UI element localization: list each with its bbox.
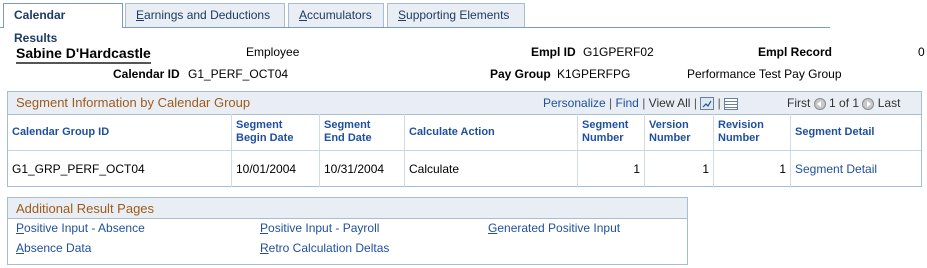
last-label: Last — [877, 96, 901, 110]
empl-record-value: 0 — [918, 45, 925, 59]
additional-result-pages-box: Additional Result Pages Positive Input -… — [7, 197, 688, 265]
employee-name: Sabine D'Hardcastle — [16, 45, 151, 64]
cell-calculate-action: Calculate — [405, 151, 578, 187]
tab-label: upporting Elements — [406, 8, 510, 22]
column-header-calculate-action[interactable]: Calculate Action — [405, 114, 578, 150]
additional-result-pages-title: Additional Result Pages — [16, 201, 155, 216]
column-header-version-number[interactable]: Version Number — [645, 114, 714, 150]
column-header-segment-begin-date[interactable]: Segment Begin Date — [232, 114, 320, 150]
grid-toolbar: Personalize | Find | View All | | — [543, 96, 739, 111]
retro-calculation-deltas-link[interactable]: Retro Calculation Deltas — [260, 241, 389, 255]
employee-label: Employee — [246, 45, 300, 59]
tab-label: arnings and Deductions — [144, 8, 271, 22]
tab-calendar-results[interactable]: Calendar Results — [3, 3, 123, 45]
tab-accumulators[interactable]: Accumulators — [288, 3, 384, 27]
column-header-calendar-group-id[interactable]: Calendar Group ID — [8, 114, 232, 150]
pay-group-description: Performance Test Pay Group — [687, 67, 842, 81]
calendar-id-label: Calendar ID — [113, 67, 180, 81]
pay-group-label: Pay Group — [490, 67, 551, 81]
cell-segment-detail: Segment Detail — [791, 151, 921, 187]
cell-calendar-group-id: G1_GRP_PERF_OCT04 — [8, 151, 232, 187]
previous-row-icon[interactable] — [813, 97, 826, 110]
column-header-segment-number[interactable]: Segment Number — [578, 114, 645, 150]
absence-data-link[interactable]: Absence Data — [16, 241, 91, 255]
column-header-segment-detail: Segment Detail — [795, 125, 875, 138]
column-header-segment-end-date[interactable]: Segment End Date — [320, 114, 405, 150]
tab-label: Calendar Results — [14, 8, 66, 45]
positive-input-absence-link[interactable]: Positive Input - Absence — [16, 221, 145, 235]
empl-id-label: Empl ID — [531, 45, 576, 59]
pay-group-value: K1GPERFPG — [557, 67, 631, 81]
generated-positive-input-link[interactable]: Generated Positive Input — [488, 221, 620, 235]
empl-id-value: G1GPERF02 — [583, 45, 654, 59]
grid-title: Segment Information by Calendar Group — [16, 95, 251, 110]
segment-information-grid: Segment Information by Calendar Group Pe… — [7, 91, 922, 187]
cell-revision-number: 1 — [714, 151, 791, 187]
cell-version-number: 1 — [645, 151, 714, 187]
next-row-icon[interactable] — [862, 97, 875, 110]
grid-pagination: First 1 of 1 Last — [787, 96, 900, 110]
tab-bar-underline — [0, 27, 830, 28]
personalize-link[interactable]: Personalize — [543, 96, 606, 110]
empl-record-label: Empl Record — [758, 45, 833, 59]
tab-earnings-and-deductions[interactable]: Earnings and Deductions — [125, 3, 285, 27]
pagination-text: 1 of 1 — [829, 96, 860, 110]
tab-accesskey: A — [299, 8, 308, 22]
additional-result-pages-header: Additional Result Pages — [8, 198, 687, 219]
find-link[interactable]: Find — [616, 96, 639, 110]
positive-input-payroll-link[interactable]: Positive Input - Payroll — [260, 221, 379, 235]
grid-header-bar: Segment Information by Calendar Group Pe… — [8, 92, 921, 115]
tab-label: ccumulators — [307, 8, 372, 22]
calendar-id-value: G1_PERF_OCT04 — [188, 67, 289, 81]
cell-end-date: 10/31/2004 — [320, 151, 405, 187]
tab-supporting-elements[interactable]: Supporting Elements — [387, 3, 525, 27]
download-icon[interactable] — [700, 97, 715, 111]
tab-accesskey: E — [136, 8, 145, 22]
first-label: First — [787, 96, 811, 110]
column-header-revision-number[interactable]: Revision Number — [714, 114, 791, 150]
cell-begin-date: 10/01/2004 — [232, 151, 320, 187]
segment-detail-link[interactable]: Segment Detail — [795, 162, 877, 176]
chart-icon[interactable] — [724, 97, 739, 110]
view-all-link[interactable]: View All — [649, 96, 691, 110]
cell-segment-number: 1 — [578, 151, 645, 187]
tab-accesskey: S — [398, 8, 407, 22]
